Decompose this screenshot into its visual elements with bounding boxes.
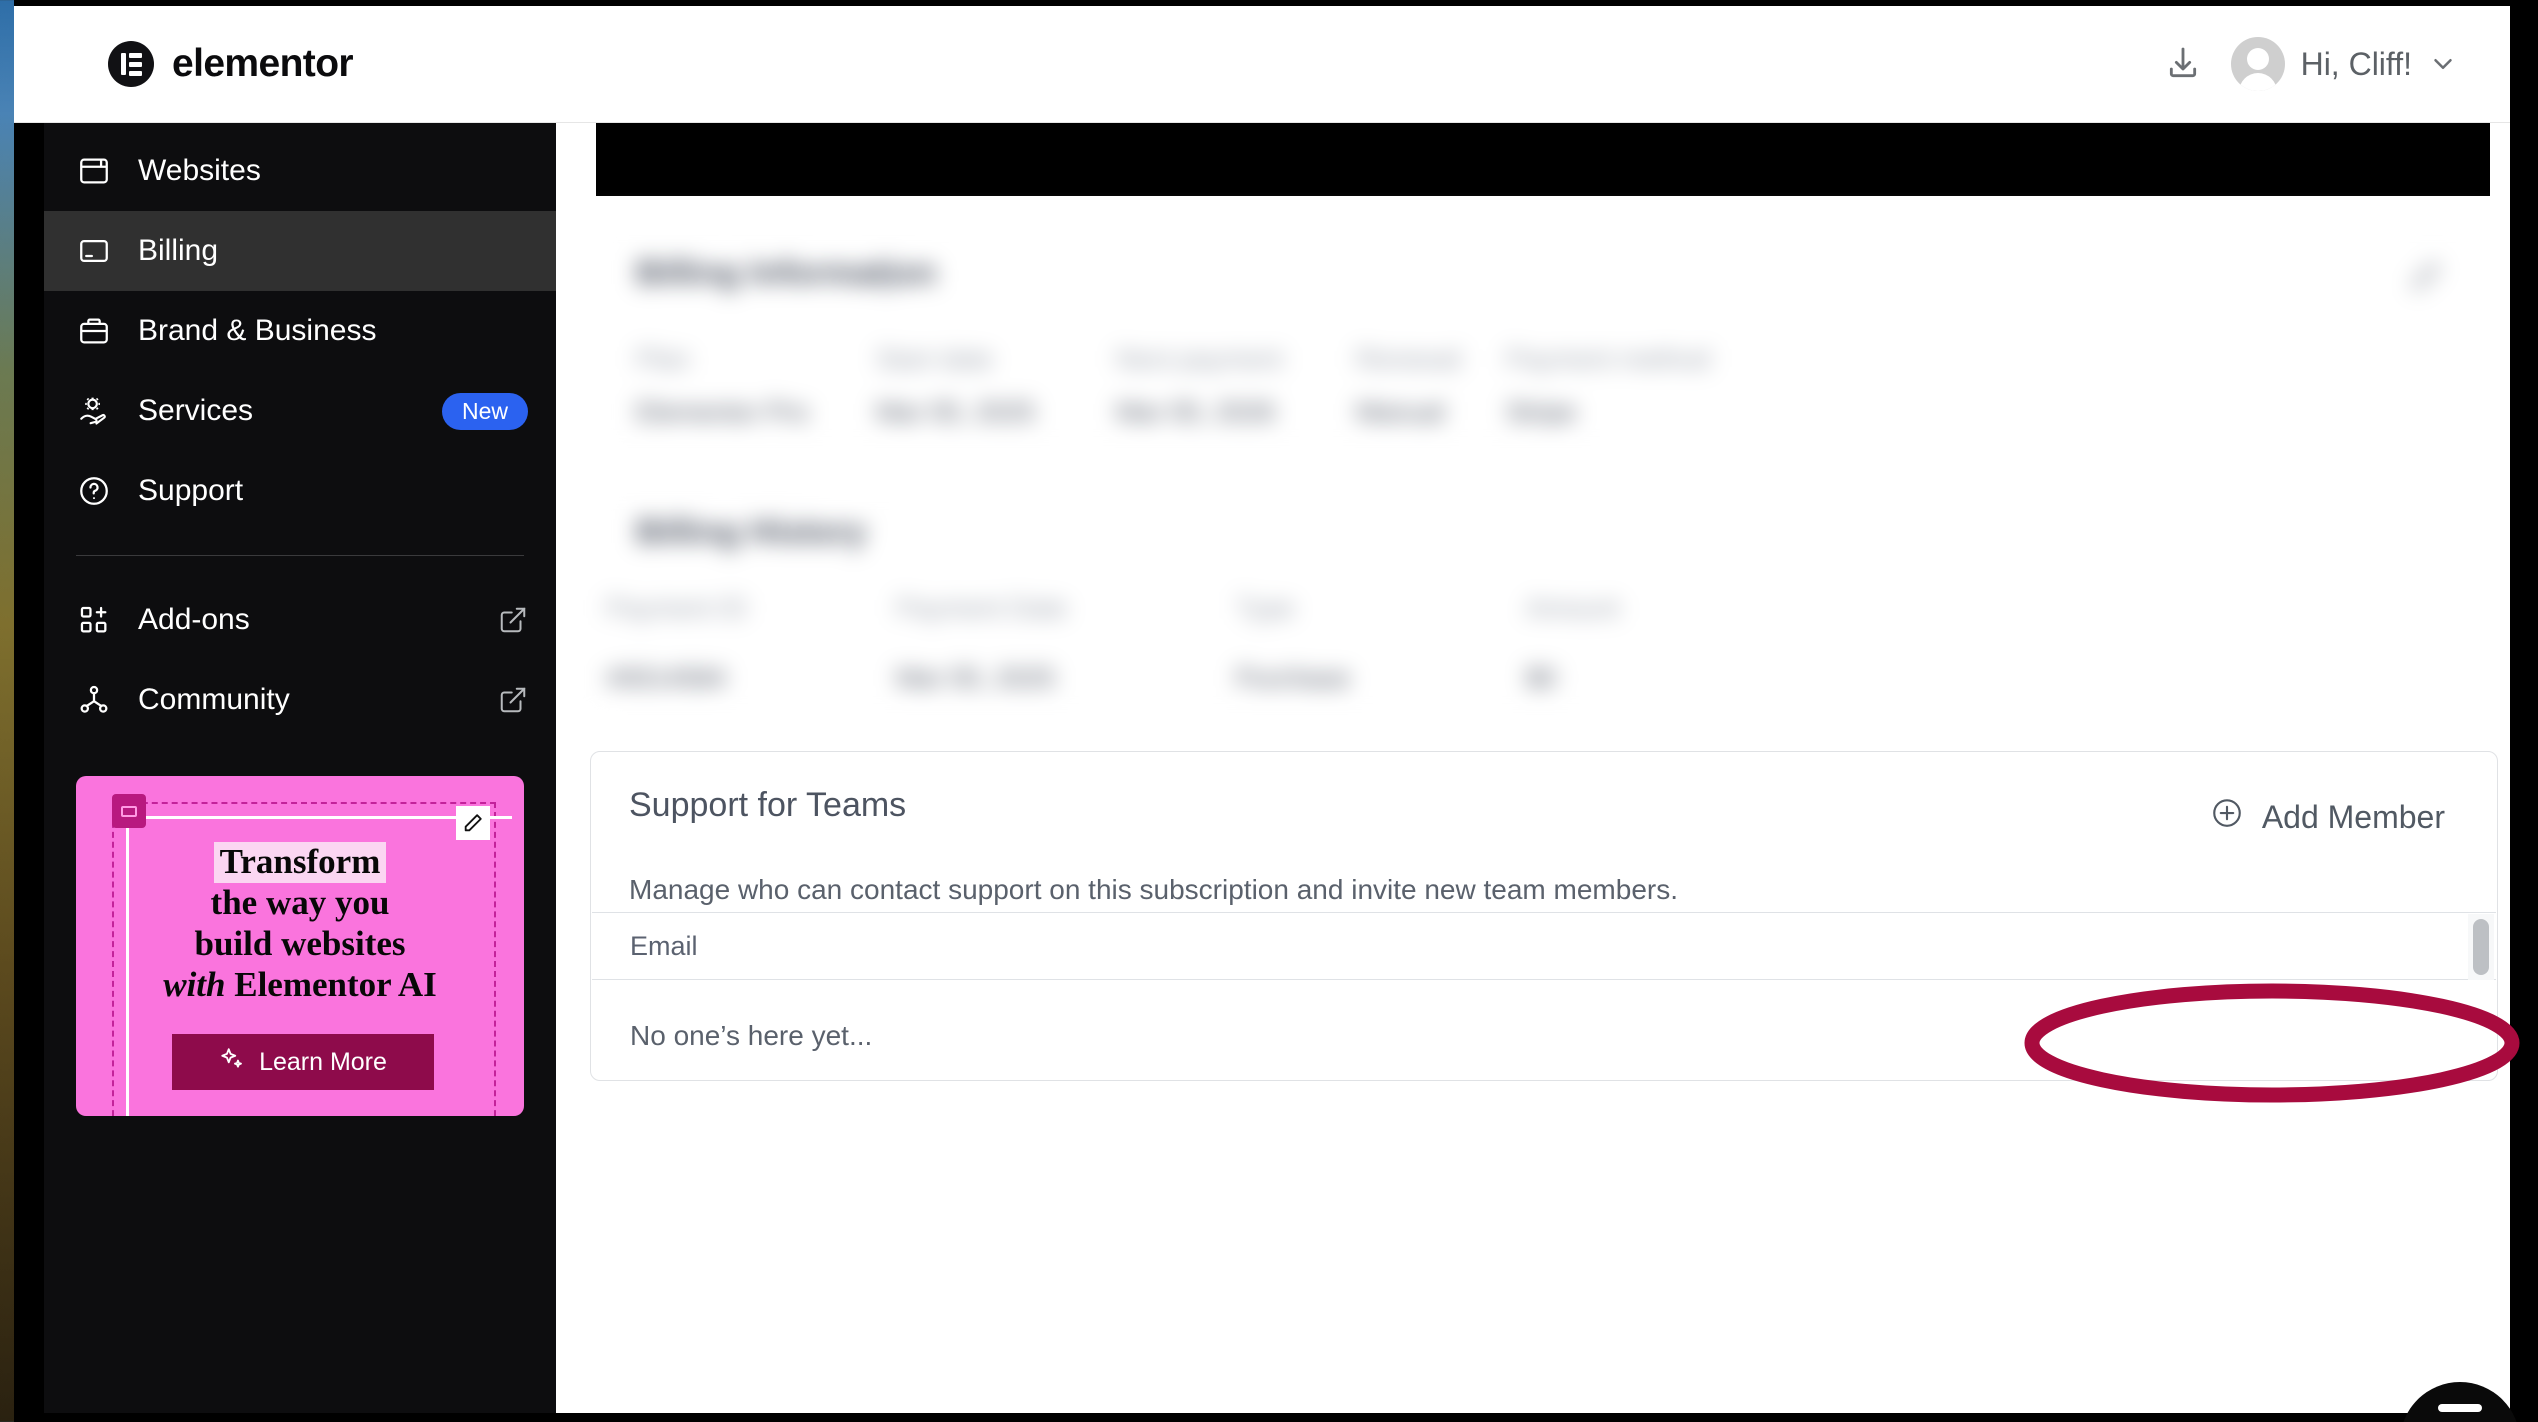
sidebar-item-label: Brand & Business	[138, 314, 377, 347]
external-link-icon[interactable]	[498, 685, 528, 715]
sidebar-item-add-ons[interactable]: Add-ons	[44, 580, 556, 660]
status-badge-new: New	[441, 392, 528, 430]
pencil-icon[interactable]	[456, 806, 490, 840]
sidebar-divider	[76, 555, 524, 556]
billing-info-col: Payment method Stripe	[1506, 344, 1710, 428]
header-actions: Hi, Cliff!	[2163, 37, 2458, 91]
cell-amount: $0	[1526, 663, 1557, 693]
sidebar-item-label: Services	[138, 394, 254, 427]
external-link-icon[interactable]	[498, 605, 528, 635]
column-header: Renewal	[1356, 344, 1462, 374]
plus-circle-icon	[2210, 796, 2244, 838]
billing-information-title-suffix: ()	[878, 262, 896, 292]
add-member-label: Add Member	[2261, 798, 2445, 835]
column-value: Manual	[1356, 397, 1445, 427]
greeting-text: Hi, Cliff!	[2300, 45, 2412, 82]
team-members-table: Email No one’s here yet...	[592, 912, 2496, 1081]
sidebar-item-label: Support	[138, 474, 244, 507]
sidebar-item-websites[interactable]: Websites	[44, 131, 556, 211]
sidebar-item-label: Community	[138, 683, 290, 716]
credit-card-icon	[76, 233, 112, 269]
brand-logo[interactable]: elementor	[108, 41, 354, 87]
column-header: Amount	[1526, 593, 1620, 623]
promo-line-2: the way you	[210, 882, 390, 922]
column-header-email: Email	[630, 930, 698, 961]
billing-info-col: Start date Mar 05, 2025	[876, 344, 1116, 428]
cell-payment-date: Mar 05, 2025	[896, 663, 1056, 693]
community-icon	[76, 682, 112, 718]
app-header: elementor Hi, Cliff!	[14, 6, 2510, 123]
sidebar-item-label: Websites	[138, 154, 261, 187]
elementor-logo-icon	[108, 41, 154, 87]
column-value: Elementor Pro	[636, 397, 809, 427]
cell-type: Purchase	[1236, 663, 1351, 693]
column-value: Stripe	[1506, 397, 1577, 427]
column-header: Type	[1236, 593, 1295, 623]
column-header: Payment ID	[606, 593, 748, 623]
sidebar-item-billing[interactable]: Billing	[44, 211, 556, 291]
avatar	[2230, 37, 2285, 91]
billing-info-col: Renewal Manual	[1356, 344, 1506, 428]
vertical-scrollbar[interactable]	[2468, 914, 2494, 980]
column-value: Mar 05, 2025	[876, 397, 1036, 427]
edit-billing-icon[interactable]	[2408, 258, 2444, 299]
question-circle-icon	[76, 473, 112, 509]
empty-state-message: No one’s here yet...	[630, 1020, 873, 1051]
billing-history-title: Billing History	[636, 513, 867, 551]
add-member-button[interactable]: Add Member	[2210, 796, 2445, 838]
support-for-teams-card: Support for Teams Add Member Manage who …	[590, 751, 2498, 1081]
billing-information-card: Billing Information () Plan Elementor Pr…	[596, 216, 2490, 456]
promo-line-1: Transform	[213, 842, 387, 883]
cell-payment-id: #0014584	[606, 663, 727, 693]
billing-info-col: Plan Elementor Pro	[636, 344, 876, 428]
promo-line-4-italic: with	[163, 964, 226, 1004]
sidebar-nav: Websites Billing Brand & Business Servic…	[44, 123, 556, 1413]
promo-card-elementor-ai[interactable]: Transform the way you build websites wit…	[76, 776, 524, 1116]
sidebar-item-brand-business[interactable]: Brand & Business	[44, 291, 556, 371]
download-icon[interactable]	[2163, 44, 2203, 84]
page-title: Support for Teams	[629, 786, 907, 824]
learn-more-button[interactable]: Learn More	[172, 1034, 434, 1090]
table-row: #0014584 Mar 05, 2025 Purchase $0	[606, 663, 2480, 694]
column-header: Next payment	[1116, 344, 1283, 374]
support-for-teams-description: Manage who can contact support on this s…	[629, 874, 1679, 905]
scrollbar-thumb[interactable]	[2473, 919, 2489, 975]
sparkles-icon	[219, 1046, 245, 1079]
chevron-down-icon[interactable]	[2428, 49, 2458, 79]
promo-line-4-rest: Elementor AI	[234, 964, 437, 1004]
billing-history-card: Billing History Payment ID Payment Date …	[596, 483, 2490, 723]
billing-info-col: Next payment Mar 05, 2026	[1116, 344, 1356, 428]
browser-window-icon	[76, 153, 112, 189]
sidebar-item-community[interactable]: Community	[44, 660, 556, 740]
column-value: Mar 05, 2026	[1116, 397, 1276, 427]
top-banner	[596, 123, 2490, 196]
grid-plus-icon	[76, 602, 112, 638]
column-header: Payment method	[1506, 344, 1711, 374]
column-header: Payment Date	[896, 593, 1068, 623]
user-menu[interactable]: Hi, Cliff!	[2230, 37, 2458, 91]
promo-line-3: build websites	[194, 923, 406, 963]
rounded-rect-icon	[112, 794, 146, 828]
briefcase-icon	[76, 313, 112, 349]
sidebar-item-services[interactable]: Services New	[44, 371, 556, 451]
promo-headline: Transform the way you build websites wit…	[76, 842, 524, 1006]
sidebar-item-label: Billing	[138, 234, 219, 267]
sidebar-item-support[interactable]: Support	[44, 451, 556, 531]
table-header-row: Email	[592, 912, 2496, 980]
column-header: Start date	[876, 344, 994, 374]
billing-information-grid: Plan Elementor Pro Start date Mar 05, 20…	[636, 344, 2450, 428]
learn-more-label: Learn More	[259, 1047, 387, 1076]
sidebar-item-label: Add-ons	[138, 603, 250, 636]
hand-gear-icon	[76, 393, 112, 429]
column-header: Plan	[636, 344, 691, 374]
table-header-row: Payment ID Payment Date Type Amount	[606, 593, 2480, 624]
brand-name: elementor	[172, 42, 354, 85]
main-content: Billing Information () Plan Elementor Pr…	[556, 123, 2510, 1413]
